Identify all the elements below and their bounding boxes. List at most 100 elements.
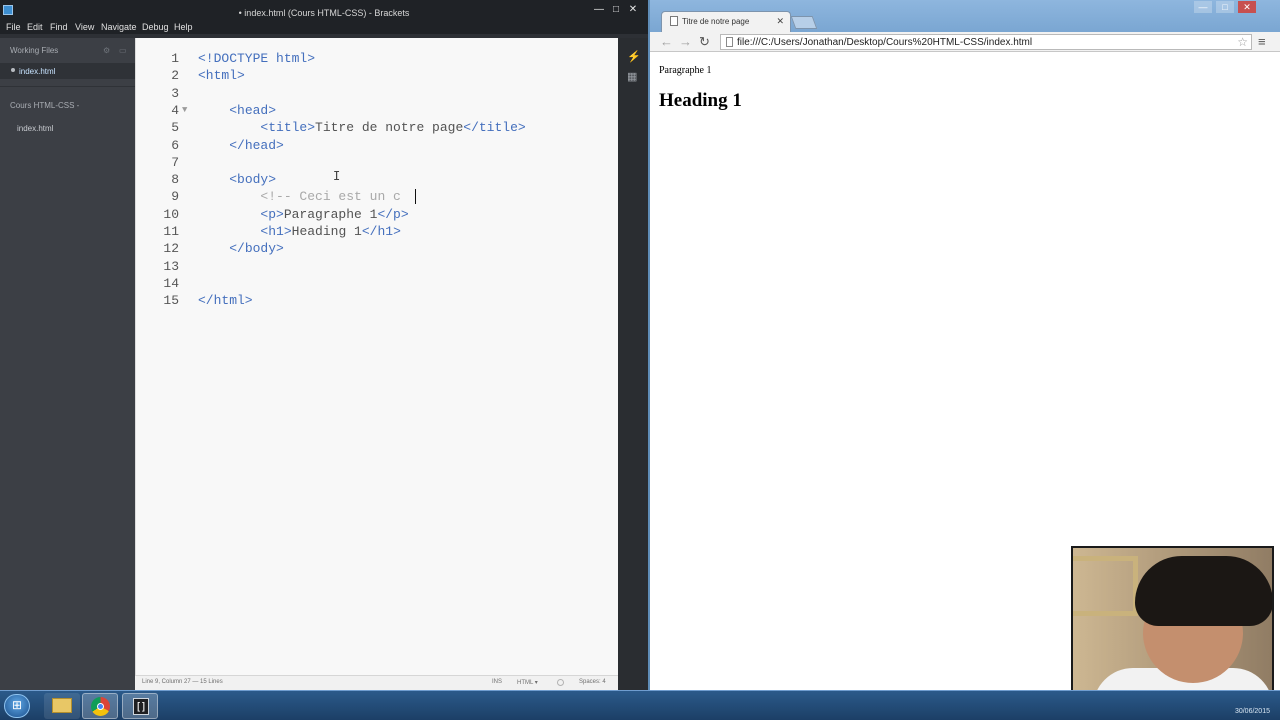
line-number: 6 — [171, 137, 179, 153]
code-content — [198, 172, 229, 187]
minimize-button[interactable]: — — [592, 4, 606, 16]
code-text: </head> — [198, 137, 284, 154]
working-file-item[interactable]: index.html — [0, 63, 135, 79]
menu-navigate[interactable]: Navigate — [101, 20, 137, 34]
code-text: <title>Titre de notre page</title> — [198, 119, 525, 136]
linter-status-icon[interactable] — [557, 679, 564, 686]
new-tab-button[interactable] — [790, 16, 818, 29]
tab-close-icon[interactable]: ✕ — [776, 16, 784, 27]
code-text: <head> — [198, 102, 276, 119]
menu-edit[interactable]: Edit — [27, 20, 43, 34]
code-text: <p>Paragraphe 1</p> — [198, 206, 408, 223]
code-line: 11 <h1>Heading 1</h1> — [136, 223, 619, 240]
reload-button[interactable]: ↻ — [699, 34, 710, 50]
browser-close-button[interactable]: ✕ — [1238, 1, 1256, 13]
bookmark-star-icon[interactable]: ☆ — [1237, 35, 1248, 49]
code-line: 3 — [136, 85, 619, 102]
line-number: 11 — [163, 224, 179, 239]
code-text: </html> — [198, 292, 253, 309]
line-number: 5 — [171, 120, 179, 136]
forward-button[interactable]: → — [679, 34, 692, 50]
brackets-titlebar: • index.html (Cours HTML-CSS) - Brackets… — [0, 0, 648, 20]
line-number: 15 — [163, 293, 179, 309]
brackets-taskbar-button[interactable]: [] — [122, 693, 158, 719]
page-viewport: Paragraphe 1 Heading 1 — [650, 52, 1280, 712]
tray-date: 30/06/2015 — [1234, 708, 1270, 715]
code-line: 13 — [136, 258, 619, 275]
url-text: file:///C:/Users/Jonathan/Desktop/Cours%… — [737, 37, 1033, 48]
line-number: 10 — [163, 206, 179, 222]
sidebar: Working Files ⚙ ▭ index.html Cours HTML-… — [0, 38, 135, 690]
code-content — [198, 120, 260, 135]
menu-help[interactable]: Help — [174, 20, 193, 34]
menu-file[interactable]: File — [6, 20, 21, 34]
menu-find[interactable]: Find — [50, 20, 68, 34]
extension-manager-icon[interactable]: ▦ — [627, 70, 637, 83]
code-content — [198, 241, 229, 256]
code-content: Paragraphe 1 — [283, 206, 378, 222]
chrome-menu-button[interactable]: ≡ — [1258, 34, 1266, 50]
project-dropdown[interactable]: Cours HTML-CSS - — [10, 101, 79, 110]
caret — [415, 189, 416, 205]
rendered-paragraph: Paragraphe 1 — [659, 65, 712, 76]
menu-bar: File Edit Find View Navigate Debug Help — [0, 20, 648, 34]
rendered-heading: Heading 1 — [659, 90, 742, 111]
gear-icon[interactable]: ⚙ — [103, 46, 110, 55]
chrome-taskbar-button[interactable] — [82, 693, 118, 719]
browser-maximize-button[interactable]: □ — [1216, 1, 1234, 13]
taskbar: ⊞ [] 30/06/2015 — [0, 690, 1280, 720]
code-line: 10 <p>Paragraphe 1</p> — [136, 206, 619, 223]
sidebar-divider — [0, 86, 135, 87]
code-line: 12 </body> — [136, 240, 619, 257]
code-content — [198, 189, 260, 204]
page-icon — [670, 16, 678, 26]
picture-frame — [1073, 556, 1138, 616]
code-editor[interactable]: 1 <!DOCTYPE html> 2 <html> 3 4 ▼ <head> 5 <titl… — [135, 38, 618, 675]
code-content — [198, 103, 229, 118]
close-button[interactable]: ✕ — [626, 4, 640, 16]
browser-tab[interactable]: Titre de notre page ✕ — [661, 11, 791, 33]
code-line: 9 <!-- Ceci est un c — [136, 188, 619, 205]
indent-setting[interactable]: Spaces: 4 — [579, 679, 606, 685]
code-line: 1 <!DOCTYPE html> — [136, 50, 619, 67]
code-tag: <p> — [260, 206, 284, 222]
code-text: <!-- Ceci est un c — [198, 188, 401, 205]
line-number: 4 — [171, 102, 179, 118]
code-line: 6 </head> — [136, 137, 619, 154]
right-toolbar: ⚡ ▦ — [618, 38, 648, 690]
language-selector[interactable]: HTML ▾ — [517, 679, 538, 686]
code-content: Titre de notre page — [315, 120, 464, 136]
code-line: 5 <title>Titre de notre page</title> — [136, 119, 619, 136]
code-line: 7 — [136, 154, 619, 171]
code-text: </body> — [198, 240, 284, 257]
working-file-label: index.html — [19, 67, 56, 76]
code-tag: <head> — [229, 102, 277, 118]
menu-debug[interactable]: Debug — [142, 20, 169, 34]
status-bar: Line 9, Column 27 — 15 Lines INS HTML ▾ … — [135, 675, 618, 690]
menu-view[interactable]: View — [75, 20, 94, 34]
code-text: <h1>Heading 1</h1> — [198, 223, 400, 240]
code-content — [198, 138, 229, 153]
back-button[interactable]: ← — [660, 34, 673, 50]
project-file-item[interactable]: index.html — [17, 124, 53, 133]
code-comment: <!-- Ceci est un c — [260, 189, 401, 205]
split-view-icon[interactable]: ▭ — [119, 46, 127, 55]
browser-toolbar: ← → ↻ file:///C:/Users/Jonathan/Desktop/… — [650, 32, 1280, 52]
code-tag: <title> — [260, 120, 316, 136]
explorer-taskbar-button[interactable] — [44, 693, 80, 719]
start-button[interactable]: ⊞ — [4, 694, 30, 718]
browser-minimize-button[interactable]: — — [1194, 1, 1212, 13]
address-bar[interactable]: file:///C:/Users/Jonathan/Desktop/Cours%… — [720, 34, 1252, 50]
insert-mode-toggle[interactable]: INS — [492, 679, 502, 685]
folder-icon — [52, 698, 72, 713]
live-preview-icon[interactable]: ⚡ — [627, 50, 641, 63]
maximize-button[interactable]: □ — [609, 4, 623, 16]
working-files-header: Working Files — [10, 46, 59, 55]
tab-strip: Titre de notre page ✕ — □ ✕ — [650, 0, 1280, 33]
fold-arrow-icon[interactable]: ▼ — [182, 102, 187, 119]
line-number: 8 — [171, 172, 179, 188]
code-tag: <h1> — [260, 224, 292, 239]
code-line: 15 </html> — [136, 292, 619, 309]
code-line: 8 <body> — [136, 171, 619, 188]
line-number: 12 — [163, 241, 179, 257]
